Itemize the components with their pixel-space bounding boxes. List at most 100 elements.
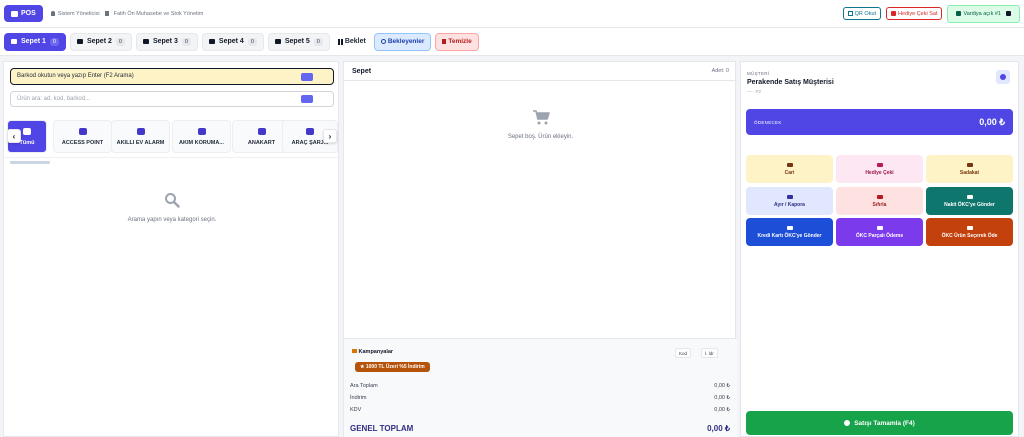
product-empty-state: Arama yapın veya kategori seçin.: [4, 192, 340, 223]
category-access-point[interactable]: ACCESS POINT: [53, 120, 112, 153]
customer-name: Perakende Satış Müşterisi: [747, 79, 834, 86]
customer-sub: — · P2: [747, 89, 762, 94]
wallet-icon: [786, 162, 793, 167]
clear-cart-label: Temizle: [448, 38, 472, 45]
plus-icon: [876, 225, 883, 230]
chevron-left-icon[interactable]: ‹: [7, 129, 21, 143]
megaphone-icon: [352, 349, 357, 353]
category-scrollbar[interactable]: [10, 161, 50, 164]
history-icon: [380, 39, 386, 44]
keyboard-icon[interactable]: [301, 95, 313, 103]
pay-by-item-button[interactable]: ÖKC Ürün Seçerek Öde: [926, 218, 1013, 246]
waiting-carts-label: Bekleyenler: [387, 38, 425, 45]
hold-label: Beklet: [344, 38, 366, 45]
search-icon: [165, 193, 180, 208]
payable-value: 0,00 ₺: [979, 116, 1005, 127]
branch-name: Fatih Ön Muhasebe ve Stok Yönetim: [113, 10, 204, 17]
hat-icon: [197, 127, 206, 135]
brand-logo[interactable]: POS: [4, 5, 43, 22]
user-breadcrumb: Sistem Yöneticisi Fatih Ön Muhasebe ve S…: [50, 10, 204, 17]
cart-count: Adet: 0: [711, 68, 729, 74]
payment-panel: MÜŞTERİ Perakende Satış Müşterisi — · P2…: [740, 61, 1019, 437]
discount-label: İ. ldr: [705, 351, 714, 356]
product-panel: Barkod okutun veya yazıp Enter (F2 Arama…: [3, 61, 340, 437]
user-name: Sistem Yöneticisi: [57, 10, 100, 17]
card-to-fiscal-button[interactable]: Kredi Kartı ÖKC'ye Gönder: [746, 218, 833, 246]
tab-cart-5[interactable]: Sepet 5 0: [267, 32, 330, 51]
payable-label: ÖDENECEK: [754, 119, 782, 125]
qr-scan-label: QR Okut: [854, 10, 877, 17]
select-customer-button[interactable]: [996, 70, 1010, 84]
shift-status-button[interactable]: Vardiya açık #1: [947, 4, 1020, 23]
pause-icon: [337, 38, 343, 45]
cart-summary: Kampanyalar Kod İ. ldr ★ 1000 TL Üzeri %…: [344, 338, 737, 437]
layers-icon: [786, 194, 793, 199]
grand-total-row: GENEL TOPLAM 0,00 ₺: [350, 424, 730, 433]
cart-panel: Sepet Adet: 0 Sepet boş. Ürün ekleyin. K…: [343, 61, 737, 437]
tab-cart-2[interactable]: Sepet 2 0: [69, 32, 132, 51]
customer-label: MÜŞTERİ: [747, 71, 770, 76]
tab-count: 0: [115, 37, 125, 46]
gift-icon: [876, 162, 883, 167]
credit-card-icon: [786, 225, 793, 230]
cash-register-icon: [956, 11, 962, 16]
printer-icon: [966, 194, 973, 199]
gift-card-payment-button[interactable]: Hediye Çeki: [836, 155, 923, 183]
sell-gift-card-button[interactable]: Hediye Çeki Sat: [886, 7, 943, 20]
cart-icon: [76, 39, 83, 44]
campaign-badge[interactable]: ★ 1000 TL Üzeri %5 İndirim: [355, 362, 430, 372]
action-label: Kredi Kartı ÖKC'ye Gönder: [757, 232, 822, 239]
cart-empty-state: Sepet boş. Ürün ekleyin.: [344, 110, 737, 140]
cart-empty-text: Sepet boş. Ürün ekleyin.: [507, 134, 574, 140]
music-icon: [257, 127, 266, 135]
vat-label: KDV: [350, 407, 362, 413]
cart-title: Sepet: [352, 67, 372, 75]
tab-label: Sepet 4: [218, 38, 244, 45]
tab-cart-3[interactable]: Sepet 3 0: [135, 32, 198, 51]
payable-amount: ÖDENECEK 0,00 ₺: [746, 109, 1013, 135]
hold-button[interactable]: Beklet: [334, 35, 370, 48]
discount-button[interactable]: İ. ldr: [701, 348, 718, 358]
split-payment-button[interactable]: ÖKC Parçalı Ödeme: [836, 218, 923, 246]
product-search-input[interactable]: Ürün ara: ad, kod, barkod...: [10, 91, 334, 107]
category-smart-home-alarm[interactable]: AKILLI EV ALARM: [111, 120, 170, 153]
cash-to-fiscal-button[interactable]: Nakit ÖKC'ye Gönder: [926, 187, 1013, 215]
reset-button[interactable]: Sıfırla: [836, 187, 923, 215]
reserve-deposit-button[interactable]: Ayır / Kapora: [746, 187, 833, 215]
box-icon: [306, 127, 314, 135]
shift-status-label: Vardiya açık #1: [963, 10, 1001, 17]
tab-cart-4[interactable]: Sepet 4 0: [201, 32, 264, 51]
tab-count: 0: [181, 37, 191, 46]
grid-icon: [23, 127, 31, 135]
grand-total-label: GENEL TOPLAM: [350, 424, 414, 433]
subtotal-row: Ara Toplam 0,00 ₺: [350, 383, 730, 389]
clear-cart-button[interactable]: Temizle: [435, 32, 479, 51]
cart-icon: [142, 39, 149, 44]
sell-gift-card-label: Hediye Çeki Sat: [898, 10, 938, 17]
complete-sale-label: Satışı Tamamla (F4): [854, 419, 915, 427]
complete-sale-button[interactable]: Satışı Tamamla (F4): [746, 411, 1013, 435]
tab-label: Sepet 1: [21, 38, 46, 45]
category-surge-protection[interactable]: AKIM KORUMA...: [172, 120, 231, 153]
waiting-carts-button[interactable]: Bekleyenler: [373, 32, 432, 51]
grand-total-value: 0,00 ₺: [707, 424, 730, 433]
gift-icon: [891, 11, 897, 16]
shopping-cart-icon: [532, 110, 550, 125]
chevron-right-icon[interactable]: ›: [323, 129, 337, 143]
cart-icon: [208, 39, 215, 44]
user-plus-icon: [1000, 74, 1006, 80]
tab-label: Sepet 2: [86, 38, 112, 45]
tab-cart-1[interactable]: Sepet 1 0: [4, 32, 66, 51]
qr-scan-button[interactable]: QR Okut: [842, 7, 882, 20]
keyboard-icon[interactable]: [301, 73, 313, 81]
coupon-code-button[interactable]: Kod: [675, 348, 692, 358]
loyalty-button[interactable]: Sadakat: [926, 155, 1013, 183]
cart-header: Sepet Adet: 0: [344, 62, 737, 81]
barcode-input[interactable]: Barkod okutun veya yazıp Enter (F2 Arama…: [10, 68, 334, 85]
account-payment-button[interactable]: Cari: [746, 155, 833, 183]
cart-tabs: Sepet 1 0 Sepet 2 0 Sepet 3 0 Sepet 4 0 …: [0, 28, 1024, 56]
action-label: ÖKC Ürün Seçerek Öde: [941, 232, 998, 239]
action-label: Ayır / Kapora: [774, 201, 805, 208]
search-placeholder: Ürün ara: ad, kod, barkod...: [17, 96, 91, 102]
tab-count: 0: [313, 37, 323, 46]
